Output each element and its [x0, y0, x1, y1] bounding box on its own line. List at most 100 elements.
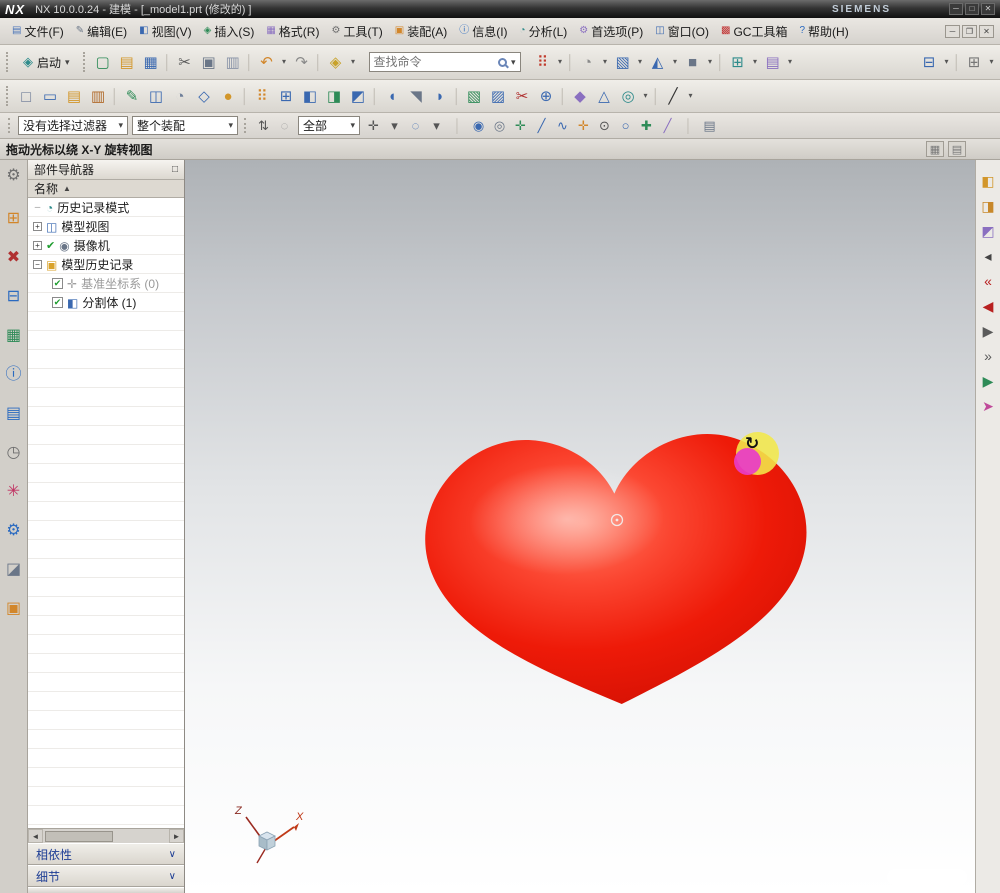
- start-menu-button[interactable]: ◈ 启动 ▾: [15, 50, 78, 75]
- materials-icon[interactable]: ▣: [6, 601, 21, 617]
- collapse-icon[interactable]: −: [33, 260, 42, 269]
- horizontal-scrollbar[interactable]: ◄ ►: [28, 828, 184, 843]
- paste-icon[interactable]: ▥: [222, 51, 244, 73]
- search-icon[interactable]: [498, 58, 507, 67]
- display-mode-caret[interactable]: ▾: [349, 51, 358, 73]
- tangent-snap-icon[interactable]: ╱: [658, 116, 677, 135]
- menu-tools[interactable]: ⚙ 工具(T): [325, 20, 388, 43]
- status-line-icon[interactable]: ▤: [948, 141, 966, 157]
- shaded-view-caret[interactable]: ▾: [636, 51, 645, 73]
- revolve-icon[interactable]: ◔: [169, 85, 191, 107]
- view-triad[interactable]: Z X: [223, 800, 307, 872]
- assembly-navigator-icon[interactable]: ⊞: [7, 211, 20, 227]
- scrollbar-thumb[interactable]: [45, 831, 113, 842]
- snap-point-icon[interactable]: ✛: [364, 116, 383, 135]
- stack-windows-caret[interactable]: ▾: [942, 51, 951, 73]
- command-finder[interactable]: ▾: [369, 52, 521, 72]
- close-button[interactable]: ✕: [981, 3, 995, 15]
- sphere-display-icon[interactable]: ◔: [577, 51, 599, 73]
- sphere-icon[interactable]: ◎: [617, 85, 639, 107]
- draft-icon[interactable]: △: [593, 85, 615, 107]
- orient-view-icon[interactable]: ◭: [647, 51, 669, 73]
- sphere-display-caret[interactable]: ▾: [601, 51, 610, 73]
- hole-icon[interactable]: ◇: [193, 85, 215, 107]
- edge-blend-icon[interactable]: ◖: [381, 85, 403, 107]
- maximize-button[interactable]: □: [965, 3, 979, 15]
- more-caret[interactable]: ▾: [641, 85, 650, 107]
- part-navigator-icon[interactable]: ⊟: [7, 289, 20, 305]
- menu-insert[interactable]: ◈ 插入(S): [198, 20, 261, 43]
- tree-item-cameras[interactable]: + ✔ ◉ 摄像机: [28, 236, 184, 255]
- checkbox[interactable]: ✔: [52, 278, 63, 289]
- tree-item-datum-csys[interactable]: ✔ ✛ 基准坐标系 (0): [28, 274, 184, 293]
- menu-preferences[interactable]: ⚙ 首选项(P): [573, 20, 649, 43]
- menu-view[interactable]: ◧ 视图(V): [133, 20, 197, 43]
- undo-icon[interactable]: ↶: [256, 51, 278, 73]
- save-icon[interactable]: ▦: [140, 51, 162, 73]
- tree-item-model-views[interactable]: + ◫ 模型视图: [28, 217, 184, 236]
- toolbar-options-icon[interactable]: ⊞: [963, 51, 985, 73]
- shaded-view-icon[interactable]: ▧: [612, 51, 634, 73]
- playback-forward-icon[interactable]: »: [984, 349, 992, 363]
- mdi-minimize-button[interactable]: ─: [945, 25, 960, 38]
- menu-format[interactable]: ▦ 格式(R): [260, 20, 325, 43]
- minimize-button[interactable]: ─: [949, 3, 963, 15]
- constraint-navigator-icon[interactable]: ✖: [7, 250, 20, 266]
- view-cube-iso-icon[interactable]: ◩: [981, 224, 994, 238]
- model-icon[interactable]: ◻: [15, 85, 37, 107]
- datum-plane-icon[interactable]: ▭: [39, 85, 61, 107]
- view-cube-front-icon[interactable]: ◨: [981, 199, 994, 213]
- datum-csys-icon[interactable]: ▤: [63, 85, 85, 107]
- delete-face-icon[interactable]: ✂: [511, 85, 533, 107]
- playback-to-end-icon[interactable]: ▶: [983, 374, 994, 388]
- midpoint-snap-icon[interactable]: ◎: [490, 116, 509, 135]
- orient-view-caret[interactable]: ▾: [671, 51, 680, 73]
- toolbar-grip[interactable]: [83, 52, 87, 72]
- curve-snap-icon[interactable]: ∿: [553, 116, 572, 135]
- copy-icon[interactable]: ▣: [198, 51, 220, 73]
- sort-ascending-icon[interactable]: ▲: [63, 184, 71, 193]
- mirror-feature-icon[interactable]: ⊞: [275, 85, 297, 107]
- pattern-feature-icon[interactable]: ⠿: [251, 85, 273, 107]
- point-on-curve-icon[interactable]: ✛: [511, 116, 530, 135]
- gateway-icon[interactable]: ◪: [6, 562, 21, 578]
- line-caret[interactable]: ▾: [686, 85, 695, 107]
- view-cube-top-icon[interactable]: ◧: [981, 174, 994, 188]
- menu-window[interactable]: ◫ 窗口(O): [649, 20, 715, 43]
- redo-icon[interactable]: ↷: [291, 51, 313, 73]
- title-bar[interactable]: NX NX 10.0.0.24 - 建模 - [_model1.prt (修改的…: [0, 0, 1000, 18]
- subtract-icon[interactable]: ◨: [323, 85, 345, 107]
- chamfer-icon[interactable]: ◥: [405, 85, 427, 107]
- roles-gear-icon[interactable]: ⚙: [6, 168, 20, 184]
- menu-file[interactable]: ▤ 文件(F): [6, 20, 70, 43]
- details-section-header[interactable]: 细节 ∨: [28, 865, 184, 887]
- line-snap-icon[interactable]: ╱: [532, 116, 551, 135]
- open-icon[interactable]: ▤: [116, 51, 138, 73]
- background-caret[interactable]: ▾: [706, 51, 715, 73]
- sketch-icon[interactable]: ✎: [121, 85, 143, 107]
- measure-icon[interactable]: ◆: [569, 85, 591, 107]
- snap-point-caret[interactable]: ▾: [385, 116, 404, 135]
- highlight-toggle-icon[interactable]: ◌: [275, 116, 294, 135]
- edit-feature-icon[interactable]: ➤: [982, 399, 994, 413]
- tree-item-split-body[interactable]: ✔ ◧ 分割体 (1): [28, 293, 184, 312]
- undo-caret[interactable]: ▾: [280, 51, 289, 73]
- history-icon[interactable]: ◷: [7, 445, 21, 461]
- playback-play-icon[interactable]: ▶: [983, 324, 994, 338]
- hd3d-tool-icon[interactable]: ⓘ: [5, 367, 21, 383]
- background-icon[interactable]: ■: [682, 51, 704, 73]
- move-face-icon[interactable]: ⊕: [535, 85, 557, 107]
- layer-settings-caret[interactable]: ▾: [786, 51, 795, 73]
- mdi-close-button[interactable]: ✕: [979, 25, 994, 38]
- menu-gc-toolbox[interactable]: ▩ GC工具箱: [715, 20, 793, 43]
- tree-item-model-history[interactable]: − ▣ 模型历史记录: [28, 255, 184, 274]
- playback-rewind-icon[interactable]: «: [984, 274, 992, 288]
- menu-information[interactable]: ⓘ 信息(I): [453, 20, 513, 43]
- toolbar-grip[interactable]: [6, 52, 10, 72]
- snap-scope-dropdown[interactable]: 全部 ▾: [298, 116, 360, 135]
- circle-snap-icon[interactable]: ○: [616, 116, 635, 135]
- selection-scope-icon[interactable]: ⇅: [254, 116, 273, 135]
- selection-filter-dropdown[interactable]: 没有选择过滤器 ▾: [18, 116, 128, 135]
- point-icon[interactable]: ▥: [87, 85, 109, 107]
- touch-mode-icon[interactable]: ⠿: [532, 51, 554, 73]
